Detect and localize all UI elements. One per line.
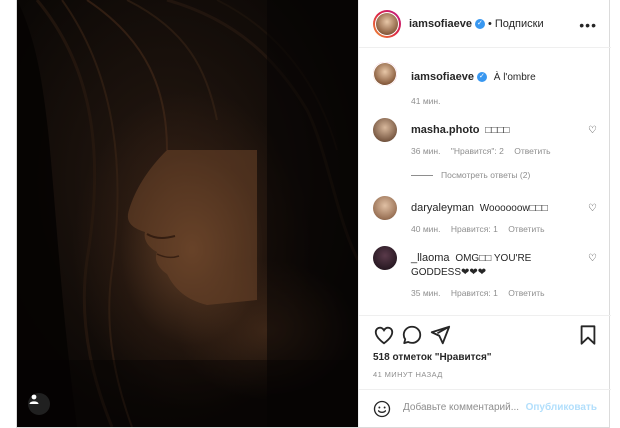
comment-icon[interactable] bbox=[401, 324, 423, 346]
comment-time[interactable]: 36 мин. bbox=[411, 146, 440, 156]
caption-username[interactable]: iamsofiaeve bbox=[411, 71, 474, 83]
share-icon[interactable] bbox=[429, 324, 451, 346]
author-username[interactable]: iamsofiaeve bbox=[409, 18, 472, 30]
likes-count[interactable]: 518 отметок "Нравится" bbox=[373, 352, 492, 363]
save-bookmark-icon[interactable] bbox=[577, 324, 599, 346]
comment-time[interactable]: 35 мин. bbox=[411, 288, 440, 298]
instagram-post: iamsofiaeve ✓ • Подписки ••• iamsofiaeve… bbox=[16, 0, 611, 428]
caption-text: À l'ombre bbox=[493, 72, 536, 83]
comment-likes[interactable]: Нравится: 1 bbox=[451, 288, 498, 298]
tagged-user-icon[interactable] bbox=[28, 393, 50, 415]
add-comment-bar: Опубликовать bbox=[359, 389, 611, 428]
caption-time[interactable]: 41 мин. bbox=[411, 96, 440, 106]
comments-list: iamsofiaeve ✓ À l'ombre 41 мин. masha.pho… bbox=[359, 48, 611, 315]
comment-likes[interactable]: "Нравится": 2 bbox=[451, 146, 504, 156]
comment-text: □□□□ bbox=[485, 125, 510, 136]
replies-divider bbox=[411, 174, 433, 176]
comment-username[interactable]: masha.photo bbox=[411, 124, 479, 136]
emoji-icon[interactable] bbox=[373, 400, 391, 418]
caption-avatar[interactable] bbox=[373, 62, 397, 86]
action-icons bbox=[373, 324, 599, 350]
view-replies-button[interactable]: Посмотреть ответы (2) bbox=[411, 170, 530, 180]
commenter-avatar[interactable] bbox=[373, 118, 397, 142]
separator-dot: • bbox=[487, 17, 492, 30]
post-actions: 518 отметок "Нравится" 41 МИНУТ НАЗАД Оп… bbox=[359, 315, 611, 428]
comment-username[interactable]: _llaoma bbox=[411, 252, 450, 264]
author-avatar[interactable] bbox=[373, 9, 401, 38]
comment-text: Woooooow□□□ bbox=[479, 203, 548, 214]
comment-likes[interactable]: Нравится: 1 bbox=[451, 224, 498, 234]
view-replies-label: Посмотреть ответы (2) bbox=[441, 170, 531, 180]
verified-icon: ✓ bbox=[474, 18, 485, 29]
commenter-avatar[interactable] bbox=[373, 196, 397, 220]
following-button[interactable]: Подписки bbox=[495, 18, 544, 30]
avatar-image bbox=[376, 12, 398, 35]
like-comment-icon[interactable]: ♡ bbox=[588, 125, 597, 136]
post-header: iamsofiaeve ✓ • Подписки ••• bbox=[359, 0, 611, 48]
reply-button[interactable]: Ответить bbox=[508, 288, 544, 298]
like-comment-icon[interactable]: ♡ bbox=[588, 253, 597, 264]
more-options-icon[interactable]: ••• bbox=[579, 17, 597, 33]
commenter-avatar[interactable] bbox=[373, 246, 397, 270]
post-photo[interactable] bbox=[17, 0, 358, 427]
publish-button[interactable]: Опубликовать bbox=[526, 402, 597, 413]
like-heart-icon[interactable] bbox=[373, 324, 395, 346]
post-sidebar: iamsofiaeve ✓ • Подписки ••• iamsofiaeve… bbox=[358, 0, 611, 428]
comment-username[interactable]: daryaleyman bbox=[411, 202, 474, 214]
verified-icon: ✓ bbox=[476, 72, 487, 83]
photo-shading bbox=[17, 0, 358, 427]
reply-button[interactable]: Ответить bbox=[514, 146, 550, 156]
reply-button[interactable]: Ответить bbox=[508, 224, 544, 234]
post-time[interactable]: 41 МИНУТ НАЗАД bbox=[373, 370, 443, 379]
comment-time[interactable]: 40 мин. bbox=[411, 224, 440, 234]
like-comment-icon[interactable]: ♡ bbox=[588, 203, 597, 214]
